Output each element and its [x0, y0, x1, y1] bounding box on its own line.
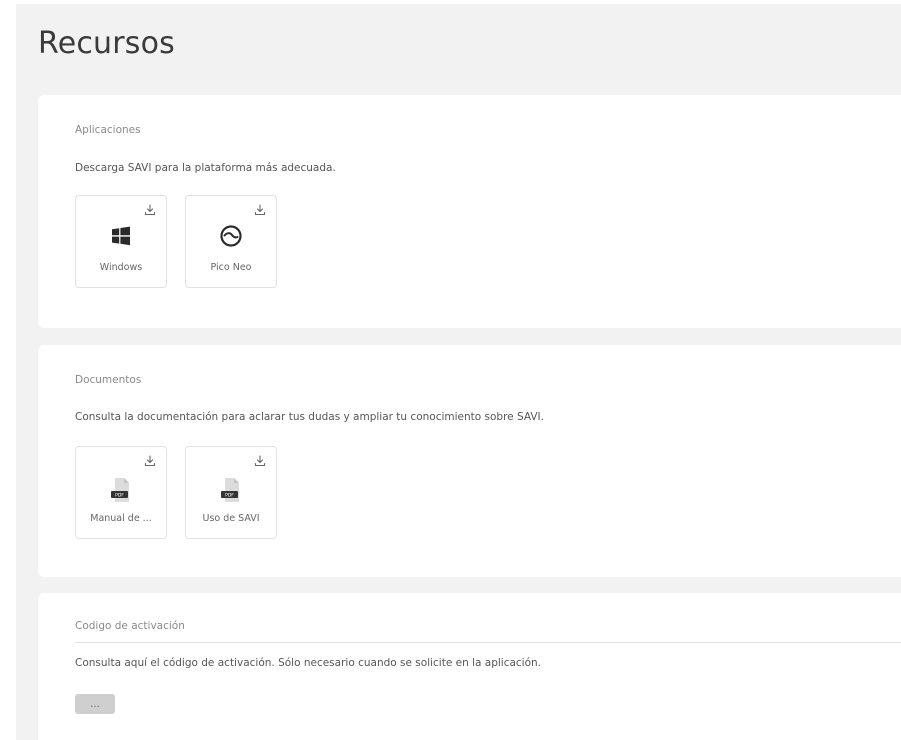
download-windows-tile[interactable]: Windows: [75, 195, 167, 288]
activation-title: Codigo de activación: [75, 620, 185, 632]
documents-card: Documentos Consulta la documentación par…: [38, 345, 901, 577]
pdf-file-icon: PDF: [221, 478, 239, 502]
download-pico-neo-tile[interactable]: Pico Neo: [185, 195, 277, 288]
svg-text:PDF: PDF: [115, 493, 124, 499]
windows-label: Windows: [99, 262, 143, 273]
pdf-file-icon: PDF: [111, 478, 129, 502]
activation-description: Consulta aquí el código de activación. S…: [75, 657, 542, 669]
download-icon: [254, 455, 266, 467]
svg-text:PDF: PDF: [225, 493, 234, 499]
applications-title: Aplicaciones: [75, 124, 141, 136]
download-icon: [144, 204, 156, 216]
activation-divider: [75, 642, 901, 643]
uso-de-savi-label: Uso de SAVI: [202, 513, 260, 524]
pico-neo-icon: [220, 225, 242, 247]
windows-icon: [112, 226, 130, 246]
applications-card: Aplicaciones Descarga SAVI para la plata…: [38, 95, 901, 328]
download-icon: [254, 204, 266, 216]
page-title: Recursos: [38, 26, 176, 61]
download-manual-tile[interactable]: PDF Manual de ...: [75, 446, 167, 539]
download-icon: [144, 455, 156, 467]
activation-code-card: Codigo de activación Consulta aquí el có…: [38, 593, 901, 740]
pico-neo-label: Pico Neo: [210, 262, 252, 273]
resources-page: Recursos Aplicaciones Descarga SAVI para…: [16, 4, 901, 740]
download-uso-de-savi-tile[interactable]: PDF Uso de SAVI: [185, 446, 277, 539]
applications-description: Descarga SAVI para la plataforma más ade…: [75, 162, 336, 174]
documents-description: Consulta la documentación para aclarar t…: [75, 411, 544, 423]
show-activation-code-button[interactable]: ...: [75, 694, 115, 714]
manual-label: Manual de ...: [90, 513, 152, 524]
documents-title: Documentos: [75, 374, 142, 386]
